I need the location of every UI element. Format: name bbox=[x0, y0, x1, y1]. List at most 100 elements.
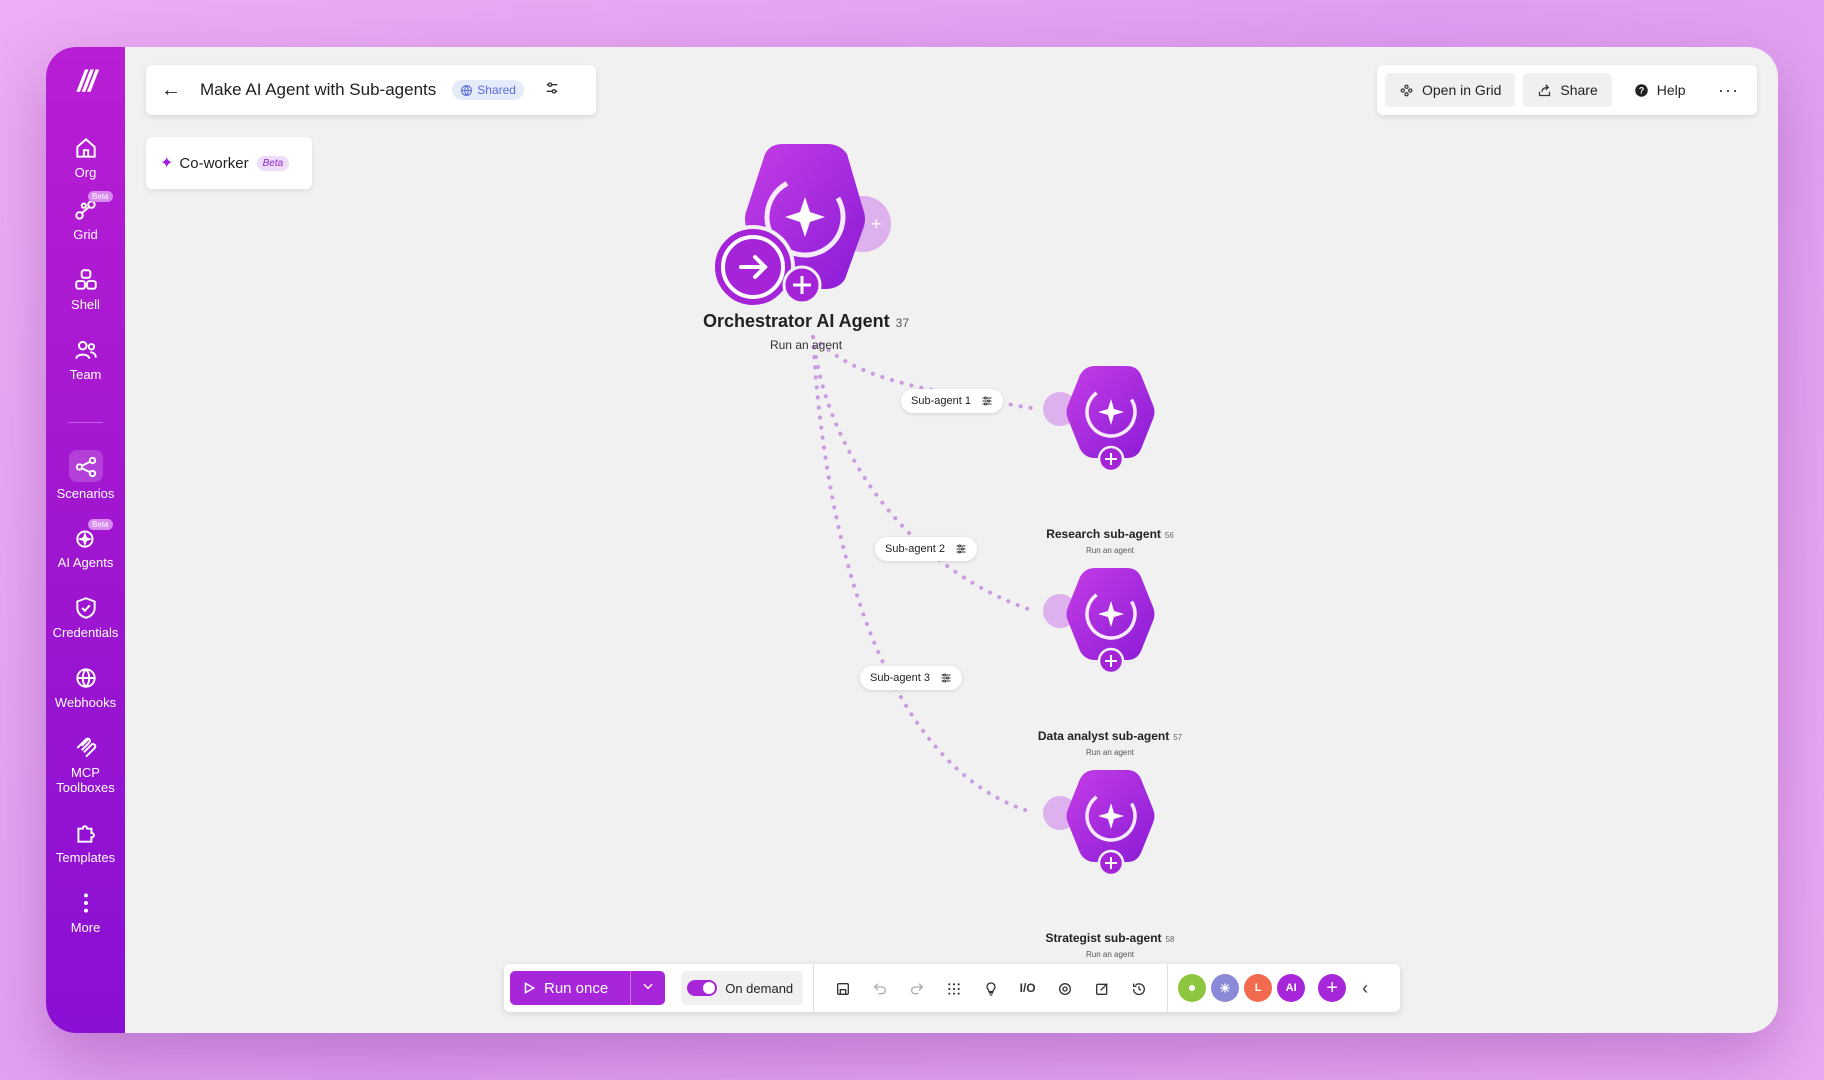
ai-module-icon[interactable]: AI bbox=[1277, 974, 1306, 1002]
back-arrow-icon[interactable]: ← bbox=[146, 79, 196, 102]
sidebar-item-label: Grid bbox=[73, 227, 98, 242]
sidebar-item-shell[interactable]: Shell bbox=[46, 267, 125, 312]
node-subtitle: Run an agent bbox=[1085, 950, 1135, 959]
sidebar-item-label: Scenarios bbox=[56, 486, 115, 501]
toolbar-divider bbox=[813, 964, 815, 1012]
filter-sliders-icon[interactable] bbox=[981, 395, 993, 407]
run-once-label: Run once bbox=[544, 979, 609, 997]
schedule-toggle[interactable]: On demand bbox=[681, 971, 804, 1005]
run-once-button[interactable]: Run once bbox=[510, 971, 666, 1005]
globe-icon bbox=[73, 665, 99, 691]
sidebar-item-templates[interactable]: Templates bbox=[46, 820, 125, 865]
scenario-canvas[interactable]: ← Make AI Agent with Sub-agents Shared ✦… bbox=[125, 47, 1778, 1033]
home-icon bbox=[73, 135, 99, 161]
coworker-button[interactable]: ✦ Co-worker Beta bbox=[146, 137, 312, 189]
share-label: Share bbox=[1560, 82, 1598, 98]
orchestrator-node[interactable]: + bbox=[705, 139, 905, 309]
help-button[interactable]: ? Help bbox=[1620, 73, 1700, 107]
play-icon bbox=[524, 982, 536, 994]
more-horizontal-icon[interactable]: ··· bbox=[1708, 80, 1749, 101]
node-title: Strategist sub-agent bbox=[1045, 931, 1162, 945]
sidebar-item-label: Credentials bbox=[52, 625, 119, 640]
node-subtitle: Run an agent bbox=[1085, 546, 1135, 555]
node-count: 57 bbox=[1173, 733, 1183, 742]
research-sub-agent-node[interactable] bbox=[1043, 363, 1175, 478]
sidebar-item-webhooks[interactable]: Webhooks bbox=[46, 665, 125, 710]
sidebar-item-label: AI Agents bbox=[57, 555, 114, 570]
app-module-icon[interactable]: L bbox=[1244, 974, 1273, 1002]
redo-icon[interactable] bbox=[898, 979, 935, 996]
schedule-label: On demand bbox=[725, 980, 794, 996]
node-subtitle: Run an agent bbox=[769, 338, 843, 352]
beta-badge: Beta bbox=[256, 155, 290, 171]
io-icon[interactable]: I/O bbox=[1009, 981, 1046, 995]
app-module-icon[interactable] bbox=[1178, 974, 1207, 1002]
edge-label-sub-agent-1[interactable]: Sub-agent 1 bbox=[901, 389, 1003, 413]
sidebar-item-ai-agents[interactable]: Beta AI Agents bbox=[46, 519, 125, 570]
coworker-label: Co-worker bbox=[179, 154, 249, 172]
settings-sliders-icon[interactable] bbox=[544, 80, 560, 101]
sidebar-item-team[interactable]: Team bbox=[46, 337, 125, 382]
lightbulb-icon[interactable] bbox=[972, 979, 1009, 996]
node-title: Orchestrator AI Agent bbox=[702, 311, 890, 331]
history-icon[interactable] bbox=[1120, 979, 1157, 996]
shared-badge[interactable]: Shared bbox=[452, 80, 524, 100]
strategist-sub-agent-node[interactable] bbox=[1043, 767, 1175, 882]
shell-icon bbox=[73, 267, 99, 293]
data-analyst-label: Data analyst sub-agent 57 Run an agent bbox=[1027, 729, 1193, 757]
team-icon bbox=[73, 337, 99, 363]
edge-label-text: Sub-agent 1 bbox=[911, 395, 971, 407]
mcp-icon bbox=[73, 735, 99, 761]
filter-sliders-icon[interactable] bbox=[955, 543, 967, 555]
node-count: 58 bbox=[1165, 935, 1175, 944]
beta-badge: Beta bbox=[88, 519, 113, 530]
filter-sliders-icon[interactable] bbox=[940, 672, 952, 684]
node-title: Research sub-agent bbox=[1046, 527, 1161, 541]
sidebar-item-credentials[interactable]: Credentials bbox=[46, 595, 125, 640]
sidebar-item-more[interactable]: More bbox=[46, 890, 125, 935]
more-vertical-icon bbox=[73, 890, 99, 916]
align-grid-icon[interactable] bbox=[935, 979, 972, 996]
make-logo[interactable]: /// bbox=[46, 65, 125, 99]
svg-text:?: ? bbox=[1639, 85, 1644, 95]
toolbar-divider bbox=[1167, 964, 1169, 1012]
chevron-left-icon[interactable]: ‹ bbox=[1362, 978, 1368, 999]
help-label: Help bbox=[1656, 82, 1686, 98]
sidebar-item-mcp-toolboxes[interactable]: MCP Toolboxes bbox=[46, 735, 125, 795]
open-in-grid-button[interactable]: Open in Grid bbox=[1385, 73, 1516, 107]
edge-label-sub-agent-2[interactable]: Sub-agent 2 bbox=[875, 537, 977, 561]
chevron-down-icon[interactable] bbox=[631, 979, 665, 997]
node-count: 56 bbox=[1164, 531, 1174, 540]
sidebar-item-label: Team bbox=[69, 367, 102, 382]
orchestrator-label: Orchestrator AI Agent 37 Run an agent bbox=[693, 311, 919, 352]
svg-text:+: + bbox=[871, 214, 882, 234]
grid-icon bbox=[1400, 84, 1413, 96]
ai-agents-icon: Beta bbox=[73, 519, 113, 551]
scenario-title[interactable]: Make AI Agent with Sub-agents bbox=[200, 80, 436, 100]
save-icon[interactable] bbox=[824, 979, 861, 996]
sidebar-item-scenarios[interactable]: Scenarios bbox=[46, 450, 125, 501]
sidebar-item-grid[interactable]: Beta Grid bbox=[46, 191, 125, 242]
data-analyst-sub-agent-node[interactable] bbox=[1043, 565, 1175, 680]
share-button[interactable]: Share bbox=[1523, 73, 1612, 107]
edge-label-sub-agent-3[interactable]: Sub-agent 3 bbox=[860, 666, 962, 690]
sidebar: /// Org Beta Grid Shell Team Scenarios B… bbox=[46, 47, 125, 1033]
toggle-switch[interactable] bbox=[687, 980, 718, 996]
top-actions: Open in Grid Share ? Help ··· bbox=[1377, 65, 1757, 115]
help-icon: ? bbox=[1634, 83, 1648, 97]
node-subtitle: Run an agent bbox=[1085, 748, 1135, 757]
shield-icon bbox=[73, 595, 99, 621]
undo-icon[interactable] bbox=[861, 979, 898, 996]
open-in-grid-label: Open in Grid bbox=[1422, 82, 1502, 98]
sidebar-item-org[interactable]: Org bbox=[46, 135, 125, 180]
edge-label-text: Sub-agent 2 bbox=[885, 543, 945, 555]
app-module-icon[interactable] bbox=[1211, 974, 1240, 1002]
add-module-button[interactable]: + bbox=[1318, 974, 1347, 1002]
settings-gear-icon[interactable] bbox=[1046, 979, 1083, 996]
sidebar-item-label: MCP Toolboxes bbox=[56, 765, 115, 795]
strategist-label: Strategist sub-agent 58 Run an agent bbox=[1035, 931, 1185, 959]
notes-icon[interactable] bbox=[1083, 979, 1120, 996]
sidebar-item-label: Org bbox=[74, 165, 97, 180]
sparkle-icon: ✦ bbox=[160, 155, 174, 172]
beta-badge: Beta bbox=[88, 191, 113, 202]
